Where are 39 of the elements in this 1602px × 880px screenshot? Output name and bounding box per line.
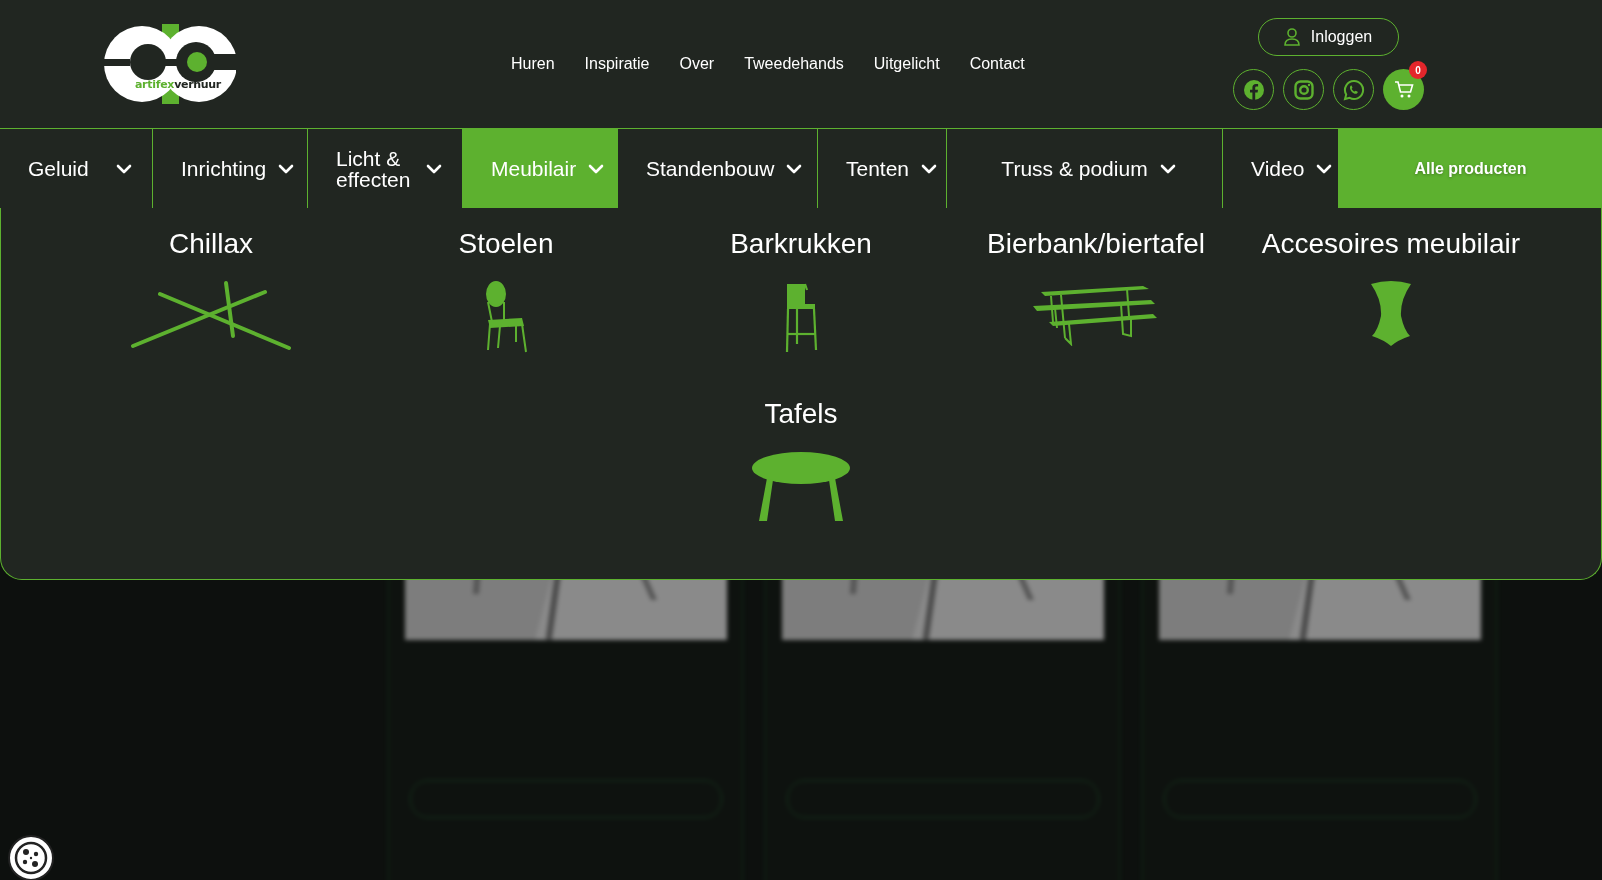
- cookie-button[interactable]: [8, 835, 54, 880]
- submenu-title: Barkrukken: [730, 228, 872, 260]
- nav-link[interactable]: Contact: [969, 55, 1025, 73]
- cart-count-badge: 0: [1409, 61, 1427, 79]
- submenu-title: Bierbank/biertafel: [987, 228, 1205, 260]
- submenu-item[interactable]: Tafels: [653, 398, 949, 544]
- chevron-down-icon: [426, 163, 442, 174]
- submenu-title: Chillax: [169, 228, 253, 260]
- submenu-title: Accesoires meubilair: [1261, 228, 1521, 260]
- chevron-down-icon: [588, 163, 605, 174]
- logo-text: artifexverhuur: [135, 78, 221, 91]
- chevron-down-icon: [1316, 163, 1333, 174]
- chevron-down-icon: [921, 163, 938, 174]
- facebook-icon: [1242, 78, 1265, 101]
- nav-link[interactable]: Uitgelicht: [873, 55, 940, 73]
- chevron-down-icon: [278, 163, 295, 174]
- submenu-item[interactable]: Stoelen: [358, 228, 654, 374]
- nav-link[interactable]: Tweedehands: [744, 55, 844, 73]
- submenu-title: Tafels: [764, 398, 838, 430]
- crossed-lines-icon: [130, 280, 292, 352]
- chevron-down-icon: [1159, 163, 1176, 174]
- chevron-down-icon: [116, 163, 132, 174]
- cookie-icon: [14, 841, 48, 875]
- nav-link[interactable]: Over: [679, 55, 715, 73]
- table-cover-icon: [1368, 280, 1414, 346]
- submenu-item[interactable]: Accesoires meubilair: [1243, 228, 1539, 374]
- nav-link[interactable]: Huren: [511, 55, 555, 73]
- user-icon: [1282, 28, 1301, 46]
- submenu-item[interactable]: Bierbank/biertafel: [948, 228, 1244, 374]
- nav-link[interactable]: Inspiratie: [584, 55, 650, 73]
- table-icon: [751, 450, 851, 522]
- logo-icon: [104, 24, 236, 104]
- submenu-title: Stoelen: [458, 228, 554, 260]
- chevron-down-icon: [786, 163, 803, 174]
- submenu-item[interactable]: Chillax: [63, 228, 359, 374]
- instagram-icon: [1293, 79, 1314, 100]
- cart-icon: [1393, 79, 1414, 100]
- whatsapp-icon: [1342, 78, 1365, 101]
- submenu-item[interactable]: Barkrukken: [653, 228, 949, 374]
